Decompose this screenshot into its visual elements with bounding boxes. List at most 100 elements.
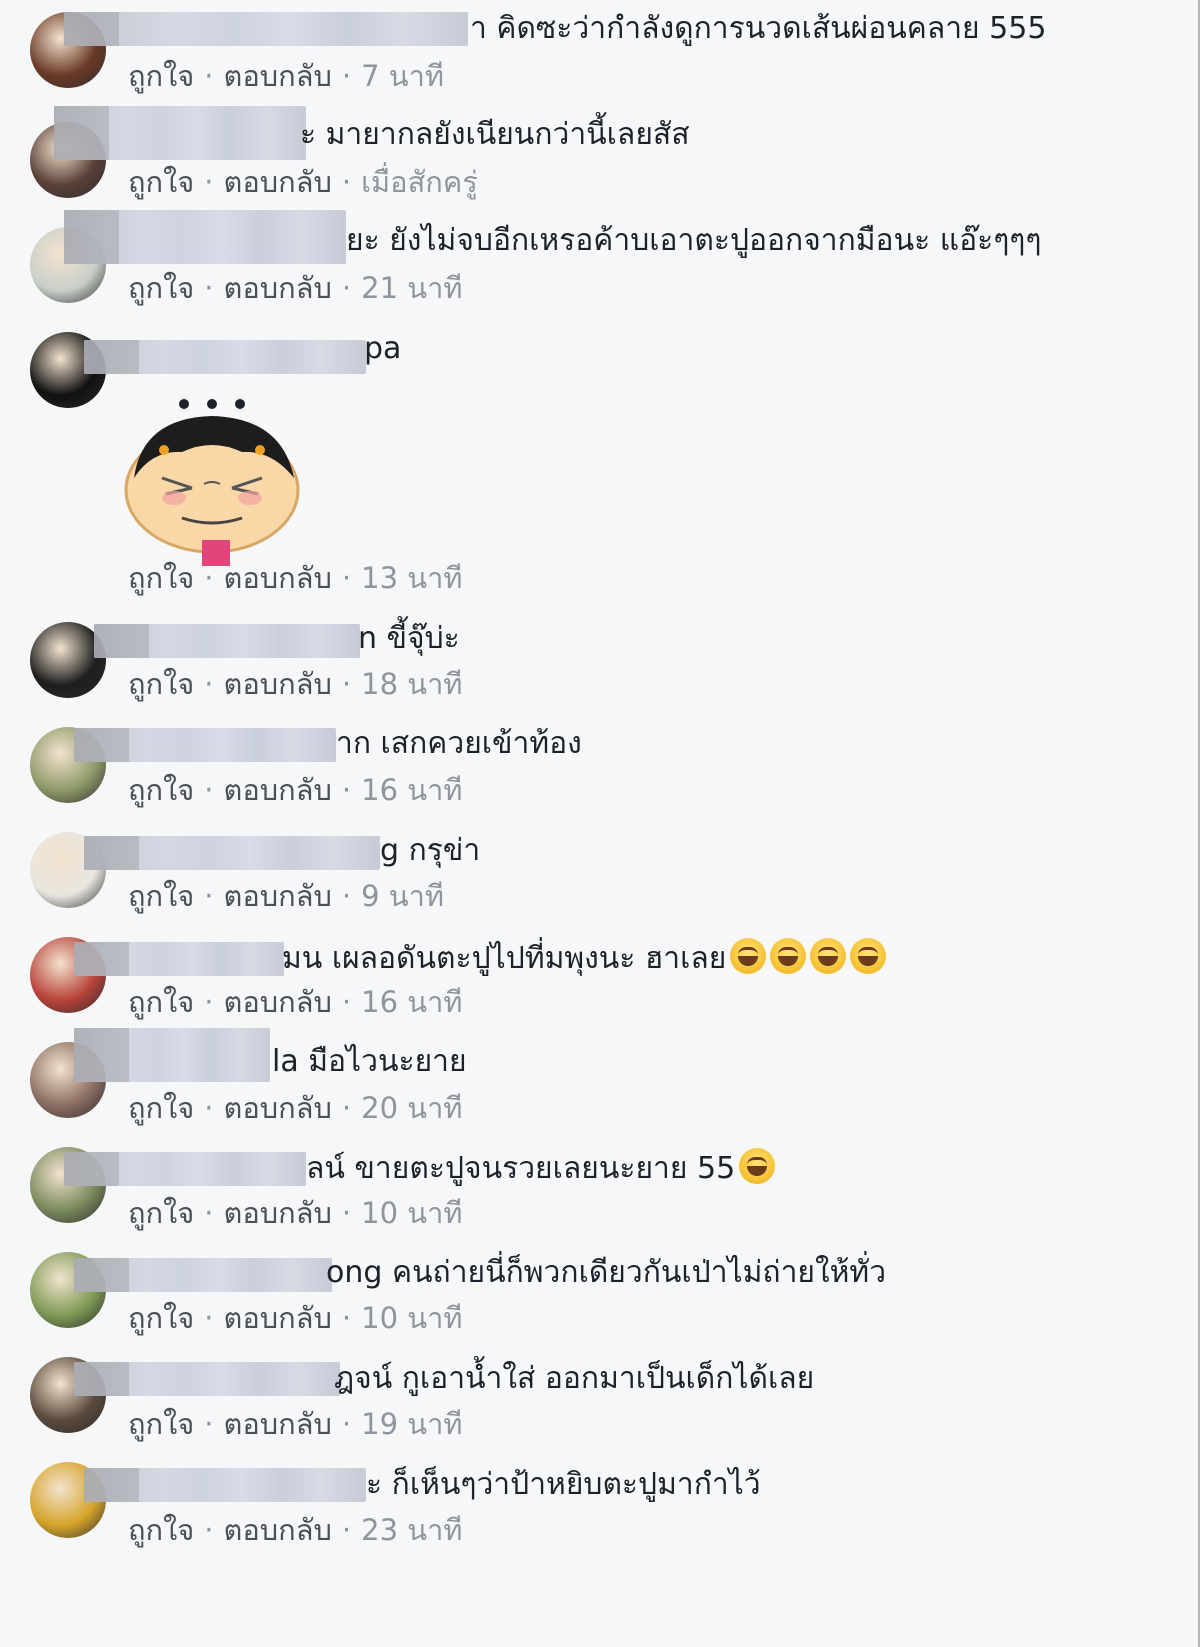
like-link[interactable]: ถูกใจ: [128, 1091, 194, 1125]
commenter-name-blurred[interactable]: [74, 1362, 340, 1396]
comment-body: ยะ ยังไม่จบอีกเหรอค้าบเอาตะปูออกจากมือนะ…: [346, 223, 1042, 258]
like-link[interactable]: ถูกใจ: [128, 879, 194, 913]
like-link[interactable]: ถูกใจ: [128, 1196, 194, 1230]
comment-body: la มือไวนะยาย: [272, 1044, 467, 1079]
comment-text: ฎจน์ กูเอาน้ำใส่ ออกมาเป็นเด็กได้เลย: [334, 1360, 814, 1398]
separator-dot: ·: [341, 561, 352, 595]
separator-dot: ·: [341, 1196, 352, 1230]
commenter-name-blurred[interactable]: [64, 1152, 306, 1186]
comment-actions: ถูกใจ · ตอบกลับ · 23 นาที: [128, 1512, 462, 1548]
comment-body: ะ มายากลยังเนียนกว่านี้เลยสัส: [300, 117, 690, 152]
separator-dot: ·: [341, 1091, 352, 1125]
commenter-name-blurred[interactable]: [94, 624, 360, 658]
reply-link[interactable]: ตอบกลับ: [224, 1196, 332, 1230]
grinning-squinting-face-icon: [770, 938, 807, 974]
reply-link[interactable]: ตอบกลับ: [224, 1513, 332, 1547]
comment-timestamp[interactable]: 10 นาที: [361, 1196, 462, 1230]
like-link[interactable]: ถูกใจ: [128, 773, 194, 807]
commenter-name-blurred[interactable]: [74, 942, 284, 976]
comment-timestamp[interactable]: 18 นาที: [361, 667, 462, 701]
like-link[interactable]: ถูกใจ: [128, 165, 194, 199]
comment-timestamp[interactable]: 13 นาที: [361, 561, 462, 595]
separator-dot: ·: [341, 773, 352, 807]
reply-link[interactable]: ตอบกลับ: [224, 271, 332, 305]
comment-text: g กรุข่า: [380, 832, 480, 870]
separator-dot: ·: [341, 879, 352, 913]
commenter-name-blurred[interactable]: [84, 1468, 366, 1502]
reply-link[interactable]: ตอบกลับ: [224, 667, 332, 701]
comment-body: n ขี้จุ๊บ่ะ: [358, 621, 460, 656]
comment-text: า คิดซะว่ากำลังดูการนวดเส้นผ่อนคลาย 555: [470, 10, 1046, 48]
reply-link[interactable]: ตอบกลับ: [224, 773, 332, 807]
comment-timestamp[interactable]: 20 นาที: [361, 1091, 462, 1125]
comment-timestamp[interactable]: 10 นาที: [361, 1301, 462, 1335]
like-link[interactable]: ถูกใจ: [128, 667, 194, 701]
comment-text: pa: [364, 330, 401, 368]
comment-text: ะ ก็เห็นๆว่าป้าหยิบตะปูมากำไว้: [366, 1466, 761, 1504]
comment-body: ลน์ ขายตะปูจนรวยเลยนะยาย 55: [306, 1151, 736, 1186]
comment-actions: ถูกใจ · ตอบกลับ · 9 นาที: [128, 878, 444, 914]
separator-dot: ·: [341, 667, 352, 701]
like-link[interactable]: ถูกใจ: [128, 985, 194, 1019]
reply-link[interactable]: ตอบกลับ: [224, 165, 332, 199]
comment-actions: ถูกใจ · ตอบกลับ · 16 นาที: [128, 772, 462, 808]
reply-link[interactable]: ตอบกลับ: [224, 879, 332, 913]
comment-actions: ถูกใจ · ตอบกลับ · 7 นาที: [128, 58, 444, 94]
comment-text: าก เสกควยเข้าท้อง: [336, 725, 582, 763]
like-link[interactable]: ถูกใจ: [128, 59, 194, 93]
comment-text: มน เผลอดันตะปูไปที่มพุงนะ ฮาเลย: [282, 938, 887, 978]
comment-actions: ถูกใจ · ตอบกลับ · 10 นาที: [128, 1300, 462, 1336]
commenter-name-blurred[interactable]: [84, 836, 380, 870]
separator-dot: ·: [204, 667, 214, 701]
comment-timestamp[interactable]: 21 นาที: [361, 271, 462, 305]
commenter-name-blurred[interactable]: [74, 1258, 332, 1292]
comment-text: ong คนถ่ายนี่ก็พวกเดียวกันเป่าไม่ถ่ายให้…: [326, 1254, 886, 1292]
separator-dot: ·: [341, 1301, 352, 1335]
comment-timestamp[interactable]: 7 นาที: [361, 59, 444, 93]
comment-timestamp[interactable]: 19 นาที: [361, 1407, 462, 1441]
comment-timestamp[interactable]: 23 นาที: [361, 1513, 462, 1547]
comment-timestamp[interactable]: 16 นาที: [361, 773, 462, 807]
comment-text: ยะ ยังไม่จบอีกเหรอค้าบเอาตะปูออกจากมือนะ…: [346, 222, 1042, 260]
comment-body: มน เผลอดันตะปูไปที่มพุงนะ ฮาเลย: [282, 941, 727, 976]
commenter-name-blurred[interactable]: [54, 106, 306, 160]
comment-body: าก เสกควยเข้าท้อง: [336, 726, 582, 761]
reply-link[interactable]: ตอบกลับ: [224, 985, 332, 1019]
separator-dot: ·: [204, 1091, 214, 1125]
separator-dot: ·: [204, 985, 214, 1019]
separator-dot: ·: [341, 165, 352, 199]
comment-body: pa: [364, 331, 402, 366]
comment-body: ong คนถ่ายนี่ก็พวกเดียวกันเป่าไม่ถ่ายให้…: [326, 1255, 887, 1290]
grinning-squinting-face-icon: [810, 938, 847, 974]
commenter-name-blurred[interactable]: [64, 12, 468, 46]
reply-link[interactable]: ตอบกลับ: [224, 1091, 332, 1125]
separator-dot: ·: [341, 1407, 352, 1441]
reply-link[interactable]: ตอบกลับ: [224, 59, 332, 93]
reply-link[interactable]: ตอบกลับ: [224, 1301, 332, 1335]
commenter-name-blurred[interactable]: [64, 210, 346, 264]
comment-timestamp[interactable]: เมื่อสักครู่: [361, 165, 478, 199]
commenter-name-blurred[interactable]: [74, 728, 336, 762]
commenter-name-blurred[interactable]: [74, 1028, 270, 1082]
like-link[interactable]: ถูกใจ: [128, 271, 194, 305]
comment-body: า คิดซะว่ากำลังดูการนวดเส้นผ่อนคลาย 555: [470, 11, 1047, 46]
like-link[interactable]: ถูกใจ: [128, 1301, 194, 1335]
comment-actions: ถูกใจ · ตอบกลับ · เมื่อสักครู่: [128, 164, 478, 200]
comment-actions: ถูกใจ · ตอบกลับ · 20 นาที: [128, 1090, 462, 1126]
separator-dot: ·: [341, 271, 352, 305]
separator-dot: ·: [204, 773, 214, 807]
comment-timestamp[interactable]: 16 นาที: [361, 985, 462, 1019]
comment-actions: ถูกใจ · ตอบกลับ · 10 นาที: [128, 1195, 462, 1231]
separator-dot: ·: [341, 985, 352, 1019]
like-link[interactable]: ถูกใจ: [128, 1407, 194, 1441]
comment-actions: ถูกใจ · ตอบกลับ · 21 นาที: [128, 270, 462, 306]
separator-dot: ·: [204, 1196, 214, 1230]
angry-girl-sticker: [124, 399, 300, 566]
commenter-name-blurred[interactable]: [84, 340, 366, 374]
grinning-squinting-face-icon: [730, 938, 767, 974]
like-link[interactable]: ถูกใจ: [128, 1513, 194, 1547]
separator-dot: ·: [204, 1407, 214, 1441]
comment-actions: ถูกใจ · ตอบกลับ · 18 นาที: [128, 666, 462, 702]
reply-link[interactable]: ตอบกลับ: [224, 1407, 332, 1441]
comment-timestamp[interactable]: 9 นาที: [361, 879, 444, 913]
